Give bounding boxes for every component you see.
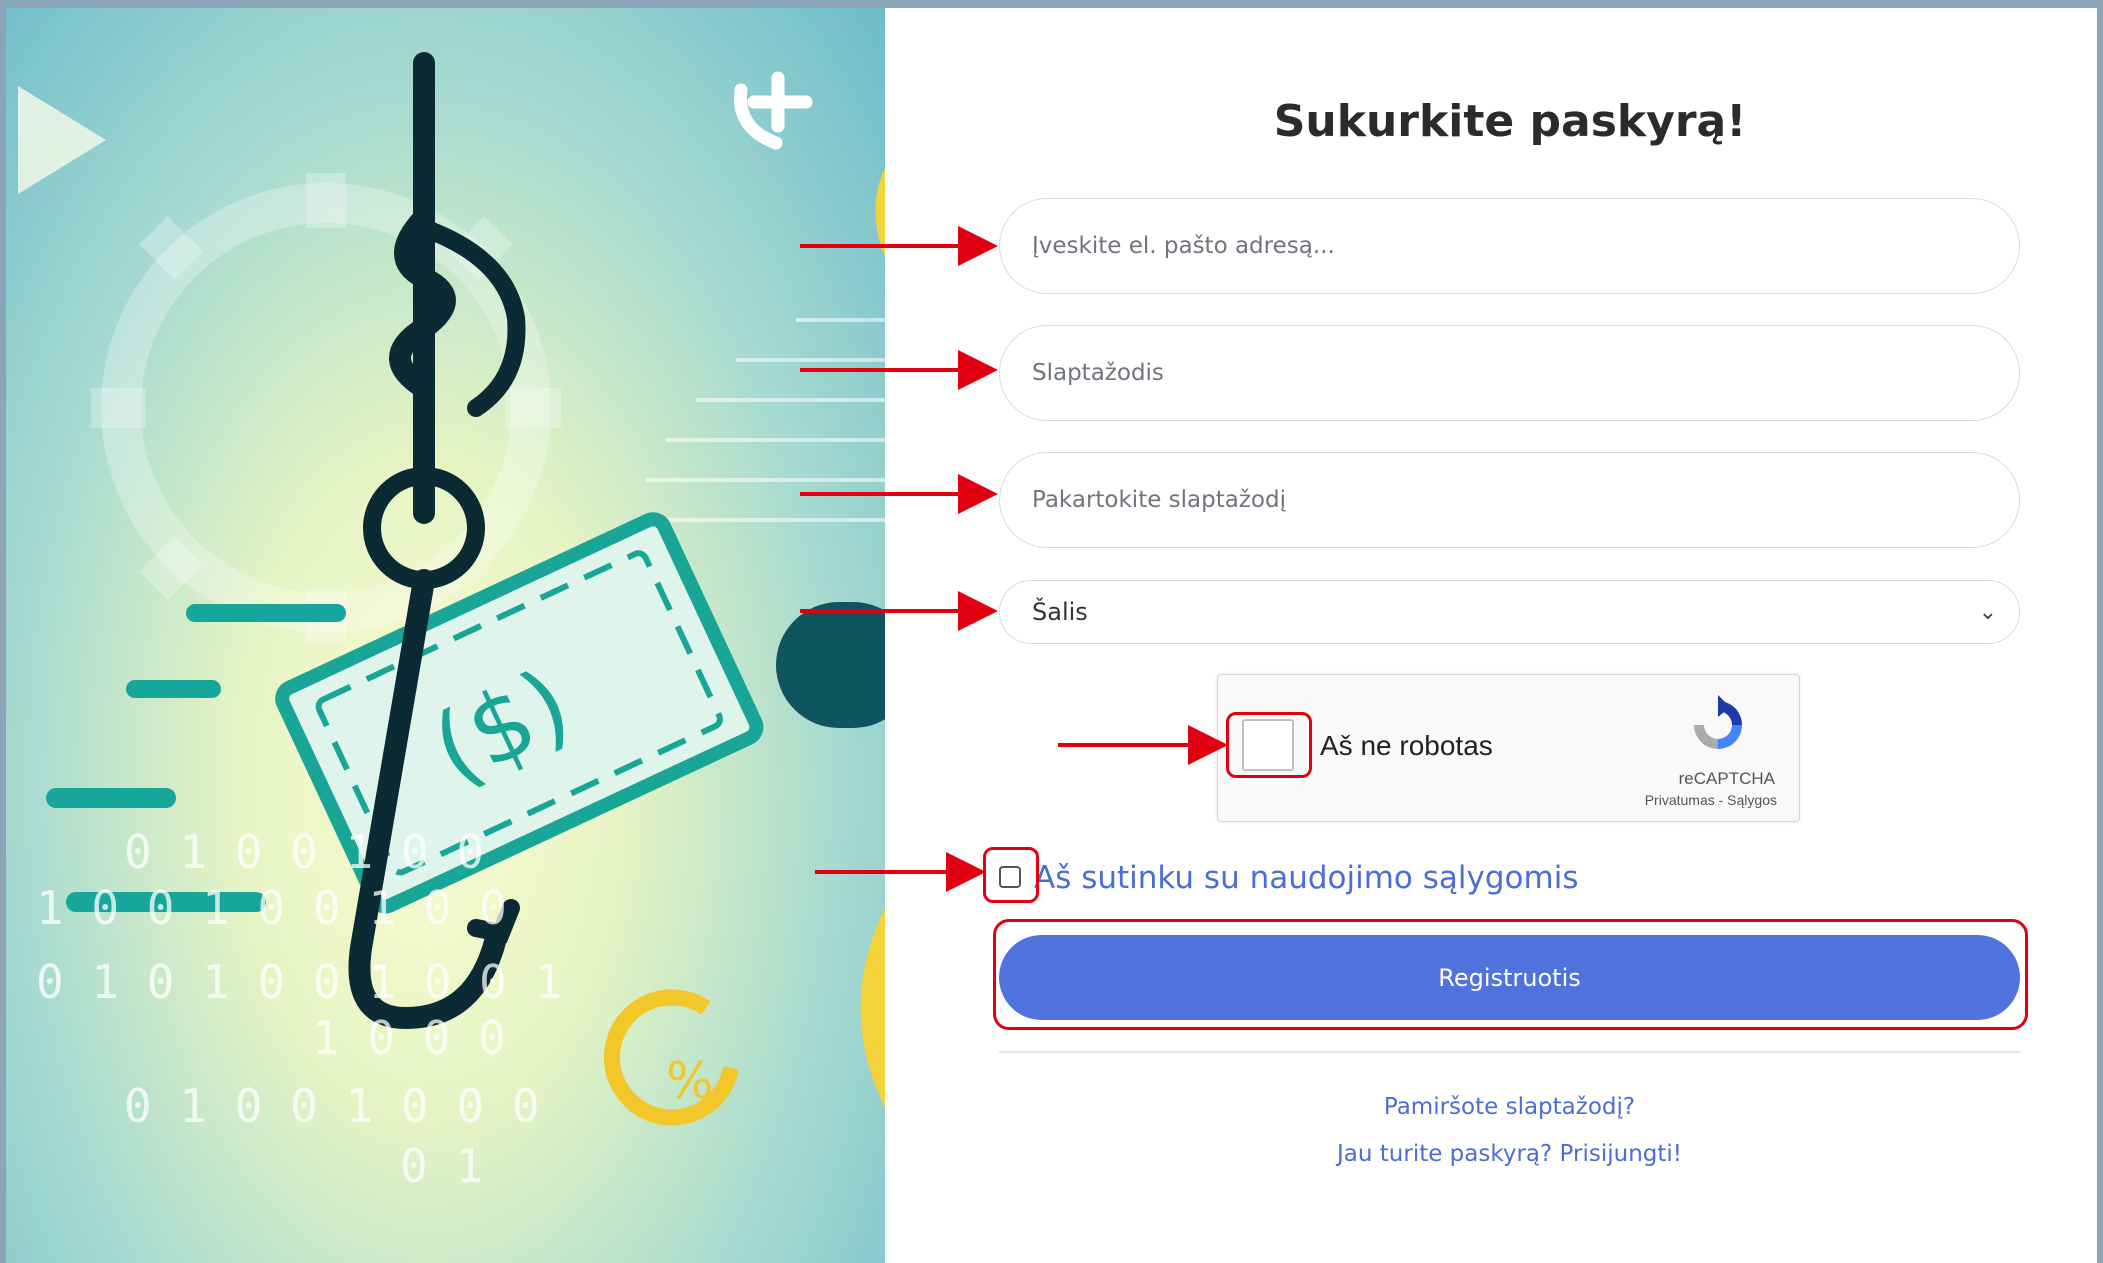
annotation-arrows: [800, 226, 1228, 892]
